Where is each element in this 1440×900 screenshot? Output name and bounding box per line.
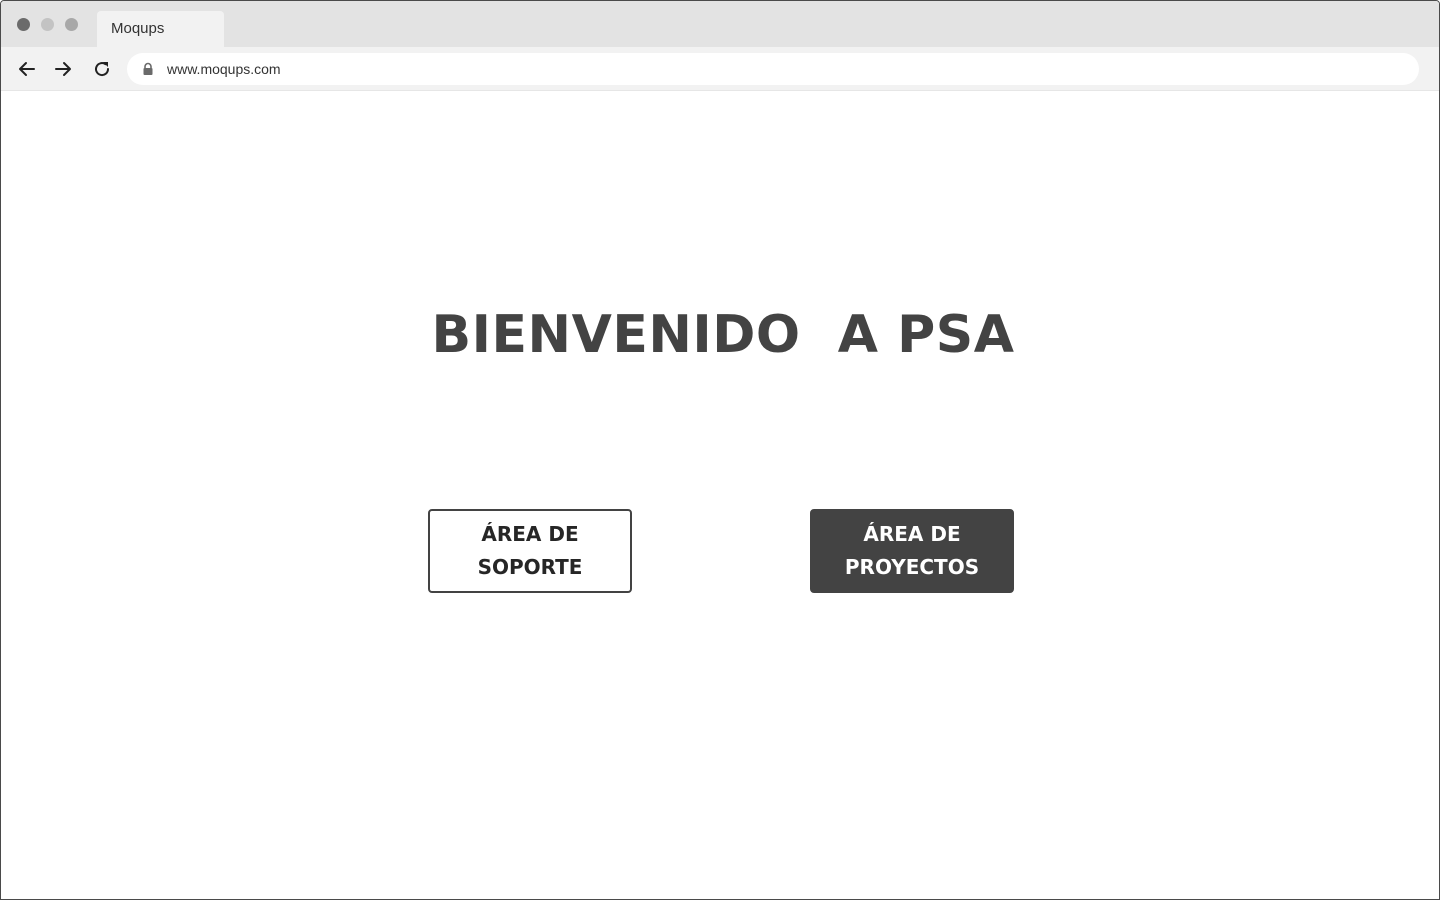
tab-title: Moqups [111,20,165,37]
address-bar[interactable]: www.moqups.com [127,53,1419,85]
support-area-button[interactable]: ÁREA DE SOPORTE [428,509,632,593]
browser-toolbar: www.moqups.com [1,47,1439,91]
maximize-window-button[interactable] [65,18,78,31]
url-text: www.moqups.com [167,61,281,77]
projects-area-label: ÁREA DE PROYECTOS [844,522,980,579]
forward-button[interactable] [53,59,73,79]
back-button[interactable] [17,59,37,79]
support-area-label: ÁREA DE SOPORTE [477,522,583,579]
page-title: BIENVENIDO A PSA [431,305,1015,365]
title-bar: Moqups [1,1,1439,47]
arrow-left-icon [19,62,35,76]
arrow-right-icon [55,62,71,76]
minimize-window-button[interactable] [41,18,54,31]
projects-area-button[interactable]: ÁREA DE PROYECTOS [810,509,1014,593]
browser-window: Moqups www.moqups.com BIENVENIDO A PSA Á… [0,0,1440,900]
browser-tab[interactable]: Moqups [97,11,224,47]
reload-button[interactable] [92,59,112,79]
reload-icon [95,62,110,77]
close-window-button[interactable] [17,18,30,31]
page-content: BIENVENIDO A PSA ÁREA DE SOPORTE ÁREA DE… [1,91,1439,899]
lock-icon [141,62,155,76]
